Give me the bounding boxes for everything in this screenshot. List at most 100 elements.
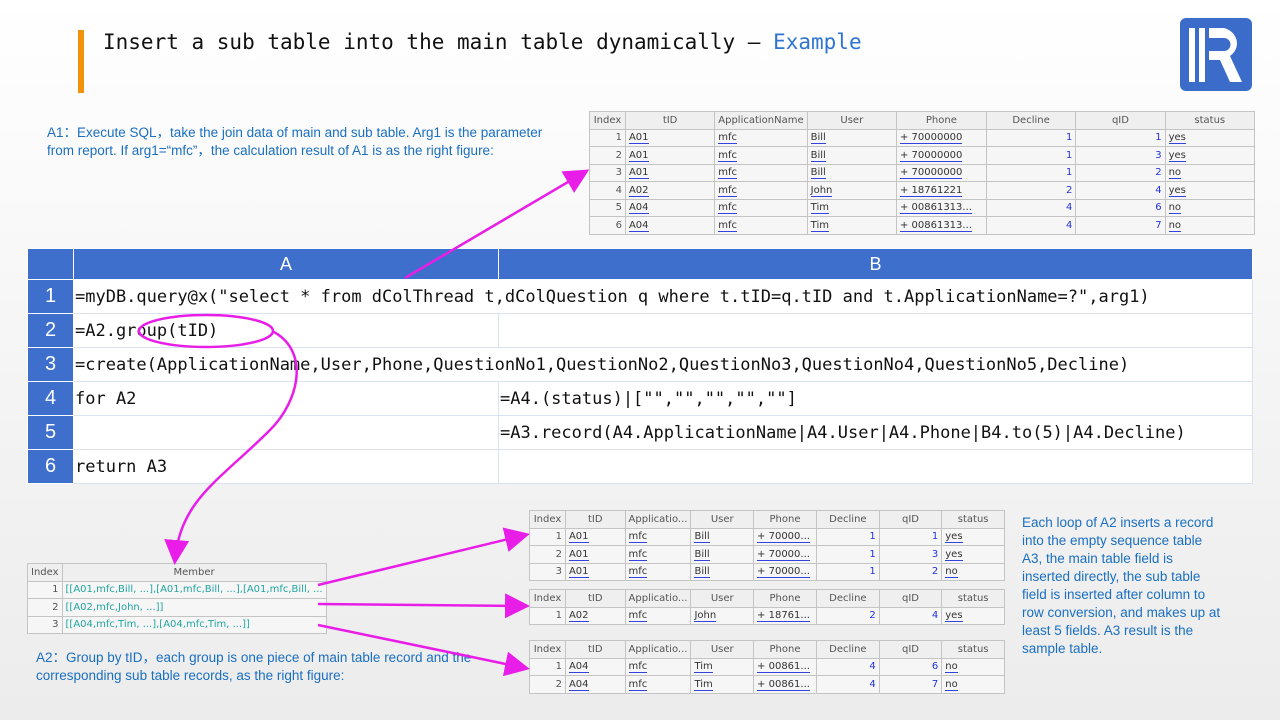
cell-link[interactable]: + 70000... (757, 566, 810, 579)
link-cell[interactable]: no (1164, 163, 1256, 182)
cell-link[interactable]: mfc (718, 184, 738, 197)
cell-link[interactable]: A01 (628, 149, 649, 162)
cell-link[interactable]: A04 (628, 202, 649, 215)
cell-link[interactable]: Bill (810, 167, 826, 180)
column-header[interactable]: tID (564, 510, 626, 529)
cell-link[interactable]: yes (1168, 149, 1186, 162)
link-cell[interactable]: + 70000000 (895, 146, 987, 165)
link-cell[interactable]: Tim (806, 216, 897, 235)
link-cell[interactable]: Bill (806, 163, 897, 182)
column-header[interactable]: Index (589, 111, 626, 130)
cell-link[interactable]: + 18761... (757, 610, 810, 623)
cell-link[interactable]: mfc (718, 132, 738, 145)
link-cell[interactable]: no (1164, 216, 1256, 235)
column-header[interactable]: qID (878, 640, 943, 659)
link-cell[interactable]: A01 (624, 128, 716, 147)
column-header[interactable]: Applicatio... (624, 589, 692, 608)
cell-link[interactable]: + 70000... (757, 548, 810, 561)
column-header[interactable]: User (690, 640, 755, 659)
column-header[interactable]: Decline (985, 111, 1077, 130)
column-header[interactable]: Decline (815, 510, 880, 529)
row-header[interactable]: 4 (27, 381, 74, 416)
link-cell[interactable]: A04 (564, 675, 626, 694)
link-cell[interactable]: A01 (624, 163, 716, 182)
link-cell[interactable]: Tim (690, 675, 755, 694)
cell-link[interactable]: A02 (568, 610, 589, 623)
cell-link[interactable]: + 70000000 (899, 132, 963, 145)
column-header[interactable]: tID (624, 111, 716, 130)
link-cell[interactable]: Bill (806, 128, 897, 147)
column-header[interactable]: Index (529, 510, 566, 529)
link-cell[interactable]: yes (941, 527, 1005, 546)
link-cell[interactable]: mfc (624, 562, 692, 581)
column-header[interactable]: Applicatio... (624, 640, 692, 659)
cell-link[interactable]: John (810, 184, 833, 197)
link-cell[interactable]: A01 (564, 562, 626, 581)
cell-link[interactable]: Tim (810, 202, 829, 215)
cell-link[interactable]: + 00861... (757, 661, 810, 674)
column-header[interactable]: Phone (895, 111, 987, 130)
link-cell[interactable]: + 70000000 (895, 128, 987, 147)
link-cell[interactable]: no (941, 657, 1005, 676)
cell-link[interactable]: no (1168, 219, 1182, 232)
cell-b6[interactable] (498, 449, 1253, 484)
column-header[interactable]: Member (61, 563, 327, 582)
link-cell[interactable]: mfc (714, 163, 808, 182)
link-cell[interactable]: no (941, 562, 1005, 581)
cell-a5[interactable] (73, 415, 499, 450)
cell-link[interactable]: + 70000000 (899, 167, 963, 180)
link-cell[interactable]: + 70000... (753, 527, 817, 546)
cell-link[interactable]: + 00861313... (899, 219, 972, 232)
column-header[interactable]: status (941, 510, 1005, 529)
cell-link[interactable]: yes (1168, 184, 1186, 197)
link-cell[interactable]: A04 (624, 216, 716, 235)
cell-a1[interactable]: =myDB.query@x("select * from dColThread … (73, 279, 1253, 314)
cell-link[interactable]: A04 (568, 678, 589, 691)
cell-link[interactable]: no (945, 566, 958, 579)
cell-link[interactable]: + 70000000 (899, 149, 963, 162)
row-header[interactable]: 1 (27, 279, 74, 314)
link-cell[interactable]: Tim (806, 198, 897, 217)
link-cell[interactable]: A04 (624, 198, 716, 217)
cell-a4[interactable]: for A2 (73, 381, 499, 416)
column-header[interactable]: ApplicationName (714, 111, 808, 130)
column-header[interactable]: Decline (815, 640, 880, 659)
cell-link[interactable]: Tim (694, 661, 713, 674)
cell-b5[interactable]: =A3.record(A4.ApplicationName|A4.User|A4… (498, 415, 1253, 450)
link-cell[interactable]: + 00861... (753, 675, 817, 694)
link-cell[interactable]: Bill (690, 562, 755, 581)
link-cell[interactable]: yes (1164, 146, 1256, 165)
cell-link[interactable]: mfc (718, 202, 738, 215)
cell-link[interactable]: mfc (628, 661, 648, 674)
link-cell[interactable]: A01 (624, 146, 716, 165)
link-cell[interactable]: A02 (624, 181, 716, 200)
link-cell[interactable]: A02 (564, 606, 626, 625)
link-cell[interactable]: John (806, 181, 897, 200)
link-cell[interactable]: yes (1164, 181, 1256, 200)
cell-link[interactable]: A04 (628, 219, 649, 232)
column-header[interactable]: Applicatio... (624, 510, 692, 529)
column-header[interactable]: qID (1075, 111, 1166, 130)
cell-link[interactable]: Bill (810, 149, 826, 162)
cell-link[interactable]: + 18761221 (899, 184, 963, 197)
link-cell[interactable]: mfc (714, 198, 808, 217)
link-cell[interactable]: yes (1164, 128, 1256, 147)
cell-a3[interactable]: =create(ApplicationName,User,Phone,Quest… (73, 347, 1253, 382)
link-cell[interactable]: Bill (806, 146, 897, 165)
link-cell[interactable]: mfc (624, 527, 692, 546)
column-header[interactable]: tID (564, 589, 626, 608)
link-cell[interactable]: + 00861313... (895, 198, 987, 217)
cell-link[interactable]: Bill (694, 566, 710, 579)
cell-link[interactable]: A01 (568, 566, 589, 579)
cell-link[interactable]: Tim (694, 678, 713, 691)
column-header[interactable]: Phone (753, 640, 817, 659)
cell-link[interactable]: yes (945, 548, 963, 561)
column-header[interactable]: status (941, 640, 1005, 659)
link-cell[interactable]: yes (941, 606, 1005, 625)
link-cell[interactable]: + 18761221 (895, 181, 987, 200)
cell-a2[interactable]: =A2.group(tID) (73, 313, 499, 348)
column-header[interactable]: status (1164, 111, 1256, 130)
cell-link[interactable]: + 70000... (757, 531, 810, 544)
link-cell[interactable]: mfc (624, 606, 692, 625)
cell-link[interactable]: Bill (694, 548, 710, 561)
